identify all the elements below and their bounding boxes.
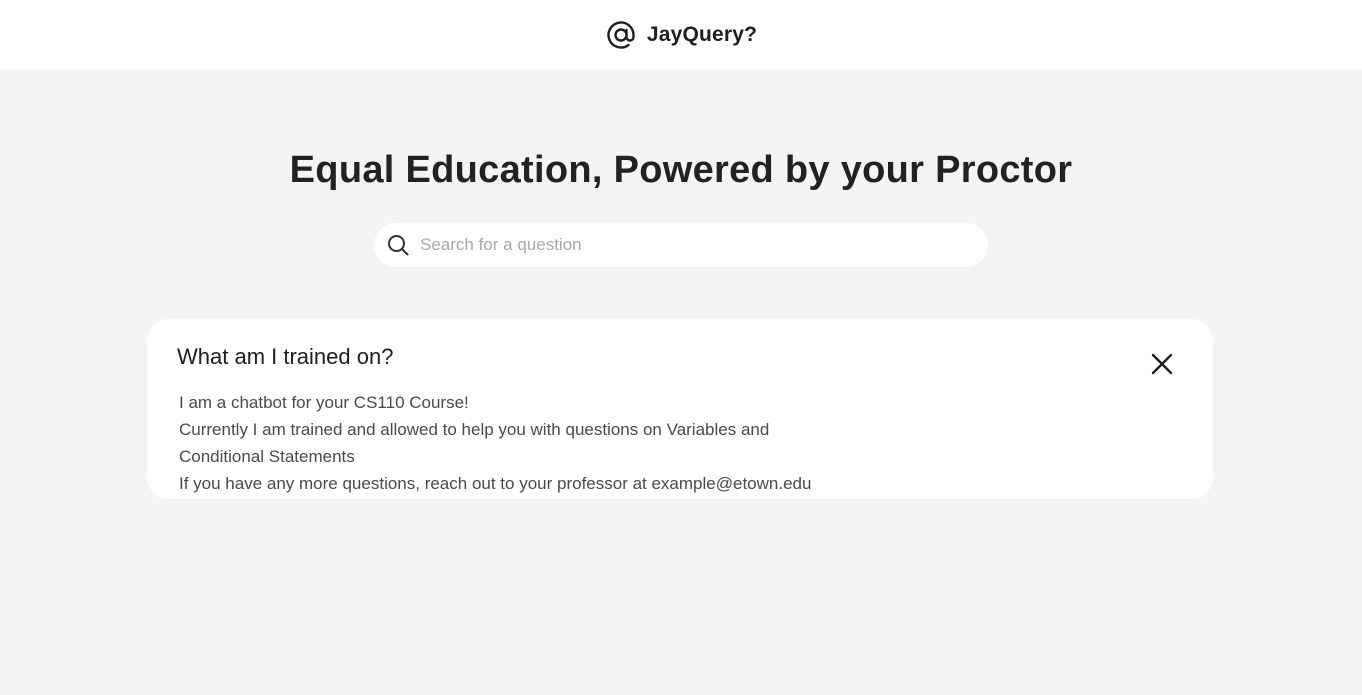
close-button[interactable] [1149,351,1175,377]
brand-name[interactable]: JayQuery? [647,23,757,47]
info-card: What am I trained on? I am a chatbot for… [147,319,1213,499]
card-title: What am I trained on? [177,344,394,369]
card-line: I am a chatbot for your CS110 Course! [179,393,469,412]
at-sign-icon [605,19,637,51]
page-title: Equal Education, Powered by your Proctor [289,149,1073,191]
search-input[interactable] [420,225,988,265]
search-bar[interactable] [374,223,988,267]
close-icon [1151,353,1173,375]
card-body: I am a chatbot for your CS110 Course! Cu… [179,389,839,497]
top-bar: JayQuery? [0,0,1362,70]
card-line: Currently I am trained and allowed to he… [179,420,770,466]
card-line: If you have any more questions, reach ou… [179,474,812,493]
search-icon [386,233,410,257]
